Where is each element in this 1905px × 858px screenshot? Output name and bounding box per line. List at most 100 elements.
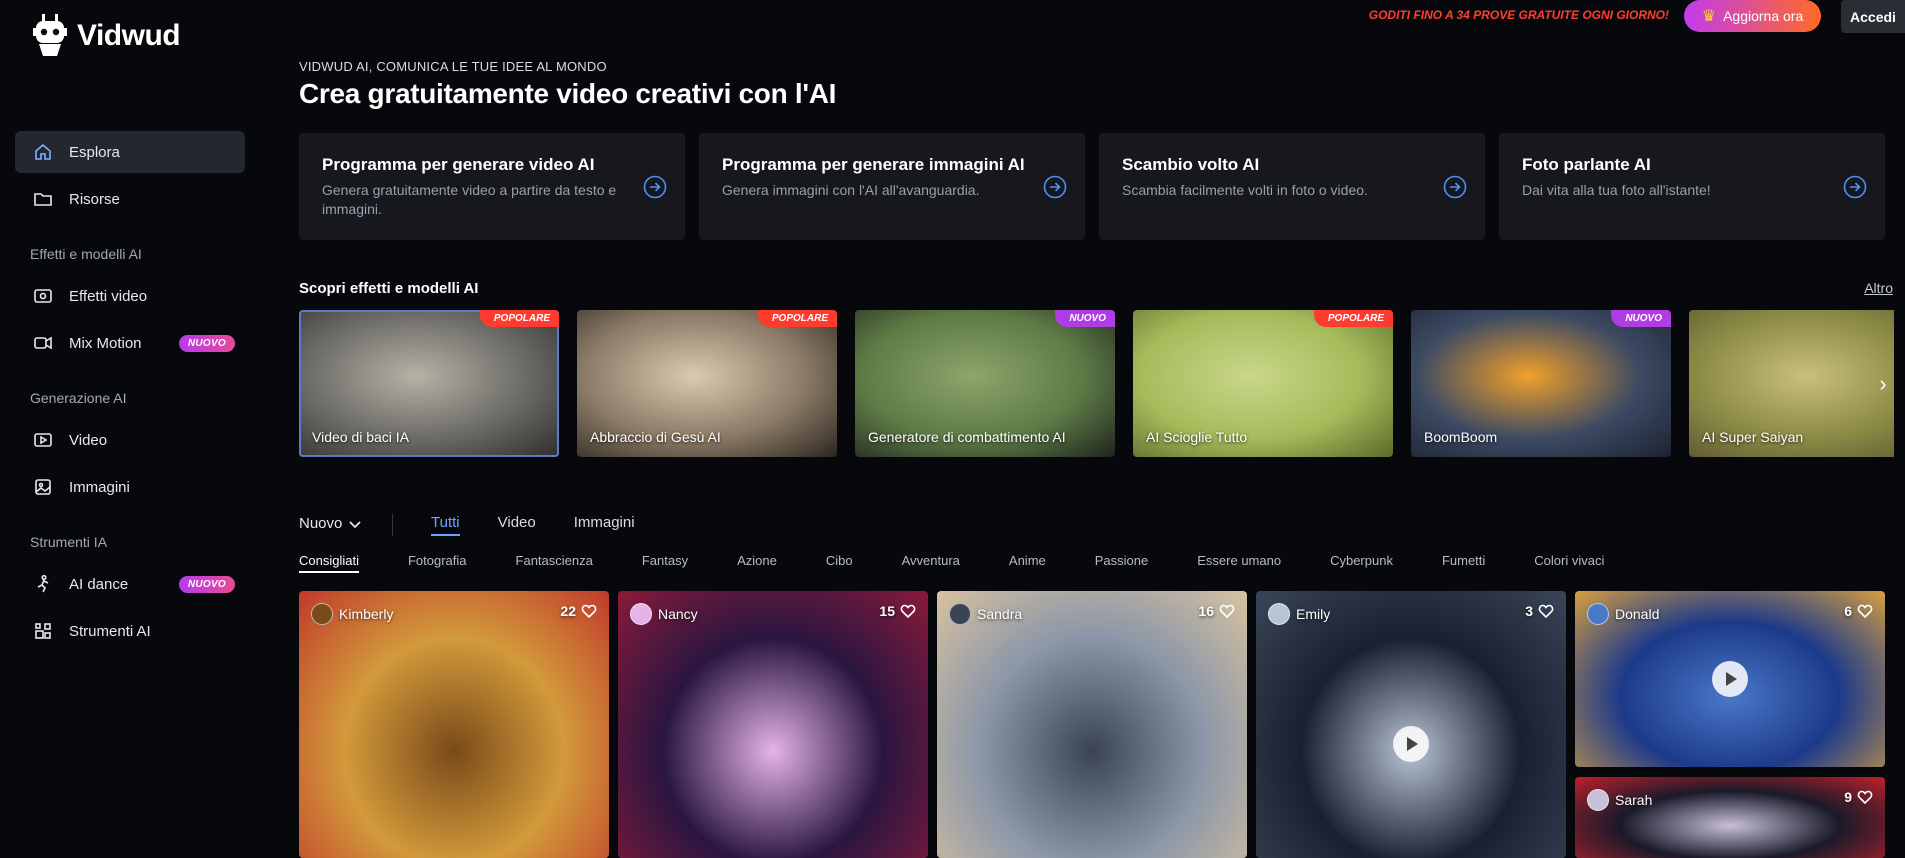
category-tab[interactable]: Anime bbox=[1009, 553, 1046, 573]
category-tab[interactable]: Consigliati bbox=[299, 553, 359, 573]
effect-label: AI Super Saiyan bbox=[1702, 429, 1804, 445]
category-tab[interactable]: Essere umano bbox=[1197, 553, 1281, 573]
like-button[interactable]: 6 bbox=[1844, 603, 1873, 619]
effect-card[interactable]: NUOVO Generatore di combattimento AI bbox=[855, 310, 1115, 457]
like-button[interactable]: 22 bbox=[560, 603, 597, 619]
category-tab[interactable]: Fumetti bbox=[1442, 553, 1485, 573]
gallery-tile[interactable]: Donald 6 bbox=[1575, 591, 1885, 767]
gallery-tile[interactable]: Kimberly 22 bbox=[299, 591, 609, 858]
more-link[interactable]: Altro bbox=[1864, 280, 1893, 296]
username: Kimberly bbox=[339, 606, 394, 622]
sort-dropdown[interactable]: Nuovo bbox=[299, 515, 362, 532]
sidebar-item-label: Risorse bbox=[69, 190, 120, 208]
effect-label: Abbraccio di Gesù AI bbox=[590, 429, 721, 445]
tab-immagini[interactable]: Immagini bbox=[574, 514, 635, 536]
sidebar-item-effetti-video[interactable]: Effetti video bbox=[15, 275, 245, 317]
arrow-right-circle-icon bbox=[1443, 175, 1467, 199]
image-icon bbox=[35, 479, 51, 495]
tile-user[interactable]: Nancy bbox=[630, 603, 698, 625]
type-tabs: Tutti Video Immagini bbox=[431, 514, 635, 536]
avatar bbox=[949, 603, 971, 625]
robot-logo-icon bbox=[33, 14, 67, 56]
hero-eyebrow: VIDWUD AI, COMUNICA LE TUE IDEE AL MONDO bbox=[299, 59, 607, 74]
sidebar-item-immagini[interactable]: Immagini bbox=[15, 466, 245, 508]
card-description: Dai vita alla tua foto all'istante! bbox=[1522, 182, 1711, 198]
effect-tag-badge: POPOLARE bbox=[1313, 310, 1393, 327]
avatar bbox=[1268, 603, 1290, 625]
effect-tag-badge: NUOVO bbox=[1611, 310, 1671, 327]
arrow-right-circle-icon bbox=[643, 175, 667, 199]
video-effect-icon bbox=[34, 289, 52, 303]
like-button[interactable]: 9 bbox=[1844, 789, 1873, 805]
heart-icon bbox=[1538, 603, 1554, 619]
new-badge: NUOVO bbox=[178, 334, 235, 352]
category-tab[interactable]: Cyberpunk bbox=[1330, 553, 1393, 573]
like-button[interactable]: 15 bbox=[879, 603, 916, 619]
effect-card[interactable]: POPOLARE Video di baci IA bbox=[299, 310, 559, 457]
card-title: Foto parlante AI bbox=[1522, 155, 1651, 174]
carousel-next-icon[interactable]: › bbox=[1873, 372, 1893, 396]
sidebar-item-video[interactable]: Video bbox=[15, 419, 245, 461]
tab-video[interactable]: Video bbox=[498, 514, 536, 536]
play-icon[interactable] bbox=[1712, 661, 1748, 697]
card-talking-photo[interactable]: Foto parlante AI Dai vita alla tua foto … bbox=[1499, 133, 1885, 240]
heart-icon bbox=[581, 603, 597, 619]
arrow-right-circle-icon bbox=[1843, 175, 1867, 199]
effects-section-title: Scopri effetti e modelli AI bbox=[299, 280, 479, 297]
sidebar-item-strumenti-ai[interactable]: Strumenti AI bbox=[15, 610, 245, 652]
sidebar-item-label: Immagini bbox=[69, 478, 130, 496]
gallery-tile[interactable]: Sandra 16 bbox=[937, 591, 1247, 858]
category-tab[interactable]: Fantascienza bbox=[516, 553, 593, 573]
category-tab[interactable]: Colori vivaci bbox=[1534, 553, 1604, 573]
sidebar-item-esplora[interactable]: Esplora bbox=[15, 131, 245, 173]
category-tab[interactable]: Fantasy bbox=[642, 553, 688, 573]
category-tab[interactable]: Cibo bbox=[826, 553, 853, 573]
card-video-generator[interactable]: Programma per generare video AI Genera g… bbox=[299, 133, 685, 240]
new-badge: NUOVO bbox=[178, 575, 235, 593]
home-icon bbox=[35, 143, 51, 160]
upgrade-label: Aggiorna ora bbox=[1723, 8, 1804, 24]
like-count: 16 bbox=[1198, 603, 1214, 619]
like-count: 6 bbox=[1844, 603, 1852, 619]
tile-user[interactable]: Donald bbox=[1587, 603, 1659, 625]
effect-label: Generatore di combattimento AI bbox=[868, 429, 1066, 445]
sidebar-item-label: Video bbox=[69, 431, 108, 449]
like-button[interactable]: 3 bbox=[1525, 603, 1554, 619]
card-image-generator[interactable]: Programma per generare immagini AI Gener… bbox=[699, 133, 1085, 240]
tile-user[interactable]: Sandra bbox=[949, 603, 1022, 625]
sidebar-item-risorse[interactable]: Risorse bbox=[15, 178, 245, 220]
tile-user[interactable]: Emily bbox=[1268, 603, 1330, 625]
tool-cards: Programma per generare video AI Genera g… bbox=[299, 133, 1885, 240]
brand-logo[interactable]: Vidwud bbox=[33, 14, 181, 58]
gallery-tile[interactable]: Nancy 15 bbox=[618, 591, 928, 858]
effect-tag-badge: POPOLARE bbox=[479, 310, 559, 327]
like-count: 15 bbox=[879, 603, 895, 619]
upgrade-button[interactable]: ♛ Aggiorna ora bbox=[1684, 0, 1821, 32]
login-button[interactable]: Accedi bbox=[1841, 0, 1905, 33]
sidebar-item-label: Strumenti AI bbox=[69, 622, 151, 640]
tab-tutti[interactable]: Tutti bbox=[431, 514, 460, 536]
effect-card[interactable]: NUOVO BoomBoom bbox=[1411, 310, 1671, 457]
card-description: Scambia facilmente volti in foto o video… bbox=[1122, 182, 1368, 198]
tile-user[interactable]: Sarah bbox=[1587, 789, 1652, 811]
sidebar-item-ai-dance[interactable]: AI dance NUOVO bbox=[15, 563, 245, 605]
category-tab[interactable]: Azione bbox=[737, 553, 777, 573]
chevron-down-icon bbox=[349, 520, 361, 528]
category-tab[interactable]: Fotografia bbox=[408, 553, 467, 573]
effect-card[interactable]: POPOLARE Abbraccio di Gesù AI bbox=[577, 310, 837, 457]
gallery-tile[interactable]: Sarah 9 bbox=[1575, 777, 1885, 858]
tile-user[interactable]: Kimberly bbox=[311, 603, 393, 625]
gallery-tile[interactable]: Emily 3 bbox=[1256, 591, 1566, 858]
play-icon[interactable] bbox=[1393, 726, 1429, 762]
tools-icon bbox=[35, 623, 51, 639]
card-description: Genera gratuitamente video a partire da … bbox=[322, 182, 617, 217]
like-count: 22 bbox=[560, 603, 576, 619]
effect-card[interactable]: AI Super Saiyan bbox=[1689, 310, 1894, 457]
effect-card[interactable]: POPOLARE AI Scioglie Tutto bbox=[1133, 310, 1393, 457]
category-tab[interactable]: Passione bbox=[1095, 553, 1148, 573]
like-button[interactable]: 16 bbox=[1198, 603, 1235, 619]
card-face-swap[interactable]: Scambio volto AI Scambia facilmente volt… bbox=[1099, 133, 1485, 240]
card-title: Programma per generare immagini AI bbox=[722, 155, 1025, 174]
sidebar-item-mix-motion[interactable]: Mix Motion NUOVO bbox=[15, 322, 245, 364]
category-tab[interactable]: Avventura bbox=[902, 553, 960, 573]
